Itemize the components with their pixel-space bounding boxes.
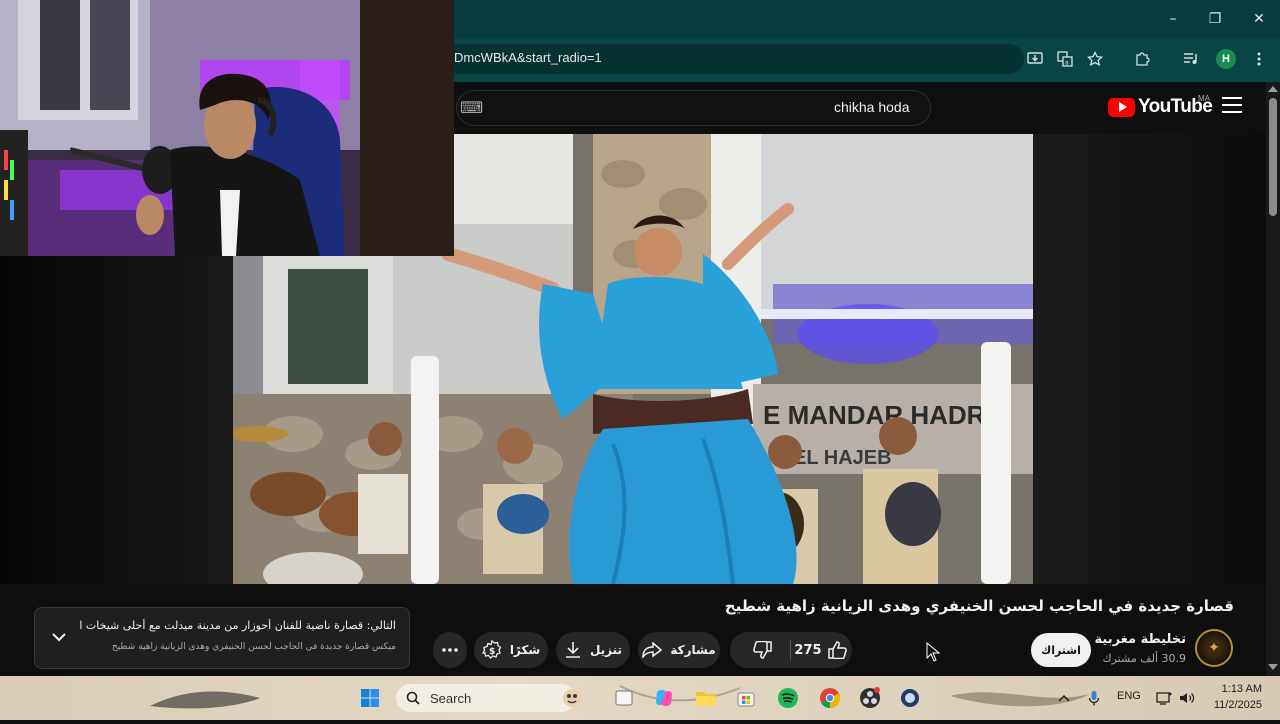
thumbs-up-icon	[827, 641, 847, 659]
download-icon	[565, 642, 580, 658]
microsoft-store-icon[interactable]	[734, 686, 758, 710]
chevron-down-icon[interactable]	[50, 628, 68, 646]
thanks-label: شكرًا	[509, 643, 541, 657]
youtube-logo[interactable]: YouTube	[1108, 96, 1213, 118]
super-thanks-icon: $	[481, 640, 502, 659]
media-queue-icon[interactable]	[1180, 49, 1202, 69]
svg-text:a: a	[1065, 60, 1069, 67]
input-language[interactable]: ENG	[1117, 690, 1141, 702]
search-icon	[406, 691, 420, 705]
subscriber-count: 30.9 ألف مشترك	[1102, 652, 1186, 665]
file-explorer-icon[interactable]	[694, 686, 718, 710]
spotify-icon[interactable]	[776, 686, 800, 710]
extensions-puzzle-icon[interactable]	[1131, 49, 1153, 69]
share-label: مشاركة	[670, 643, 716, 657]
thumbs-down-icon	[753, 641, 772, 659]
more-dots-icon	[442, 648, 458, 652]
like-count: 275	[794, 642, 822, 658]
hamburger-menu-icon[interactable]	[1222, 97, 1242, 113]
scrollbar-thumb[interactable]	[1269, 98, 1277, 216]
keyboard-icon[interactable]: ⌨	[460, 98, 483, 117]
taskbar-search-label: Search	[430, 690, 472, 706]
thanks-button[interactable]: $ شكرًا	[474, 632, 548, 668]
search-highlight-icon[interactable]	[560, 686, 584, 710]
search-query-text[interactable]: chikha hoda	[834, 99, 910, 115]
share-arrow-icon	[642, 642, 663, 658]
profile-avatar[interactable]: H	[1216, 49, 1236, 69]
scroll-up-arrow[interactable]	[1268, 86, 1278, 92]
microphone-icon[interactable]	[1085, 689, 1103, 707]
address-bar-url[interactable]: DmcWBkA&start_radio=1	[454, 50, 602, 65]
dislike-button[interactable]	[735, 632, 789, 668]
channel-avatar[interactable]: ✦	[1195, 629, 1233, 667]
subscribe-button[interactable]: اشتراك	[1031, 633, 1091, 667]
svg-text:$: $	[489, 647, 495, 657]
obs-studio-icon[interactable]	[858, 686, 882, 710]
show-hidden-icons-icon[interactable]	[1055, 689, 1073, 707]
network-icon[interactable]	[1155, 689, 1173, 707]
volume-icon[interactable]	[1178, 689, 1196, 707]
up-next-playlist: ميكس قصارة جديدة في الحاجب لحسن الخنيفري…	[111, 642, 396, 652]
bookmark-star-icon[interactable]	[1084, 49, 1106, 69]
more-actions-button[interactable]	[433, 632, 467, 668]
channel-name[interactable]: تخليطة مغربية	[1090, 632, 1186, 647]
country-code: MA	[1198, 94, 1210, 103]
task-view-icon[interactable]	[612, 686, 636, 710]
webcam-scene	[0, 0, 454, 256]
app-circle-icon[interactable]	[898, 686, 922, 710]
youtube-play-icon	[1108, 97, 1135, 117]
webcam-overlay	[0, 0, 454, 256]
download-label: تنزيل	[589, 643, 623, 657]
player-ambient-right	[1033, 134, 1266, 584]
like-divider	[790, 640, 791, 660]
windows-start-icon[interactable]	[358, 686, 382, 710]
up-next-title[interactable]: التالي: قصارة ناضية للفنان أحوزار من مدي…	[80, 619, 396, 632]
svg-text:EL HAJEB: EL HAJEB	[793, 447, 892, 469]
clock-date[interactable]: 11/2/2025	[1200, 699, 1262, 711]
share-button[interactable]: مشاركة	[638, 632, 720, 668]
browser-menu-icon[interactable]	[1248, 49, 1270, 69]
close-window-button[interactable]: ✕	[1236, 0, 1280, 38]
maximize-button[interactable]: ❐	[1192, 0, 1238, 38]
player-ambient-left	[0, 256, 233, 584]
chrome-icon[interactable]	[818, 686, 842, 710]
install-app-icon[interactable]	[1024, 49, 1046, 69]
copilot-icon[interactable]	[652, 686, 676, 710]
channel-crest-icon: ✦	[1208, 640, 1220, 656]
clock-time[interactable]: 1:13 AM	[1200, 683, 1262, 695]
download-button[interactable]: تنزيل	[556, 632, 630, 668]
translate-icon[interactable]: a	[1054, 49, 1076, 69]
video-title: قصارة جديدة في الحاجب لحسن الخنيفري وهدى…	[724, 597, 1234, 615]
minimize-button[interactable]: –	[1150, 0, 1196, 38]
like-button[interactable]: 275	[790, 632, 852, 668]
mouse-cursor-icon	[926, 641, 941, 666]
up-next-card[interactable]	[34, 607, 410, 669]
scroll-down-arrow[interactable]	[1268, 664, 1278, 670]
taskbar-search-box[interactable]: Search	[396, 684, 576, 712]
